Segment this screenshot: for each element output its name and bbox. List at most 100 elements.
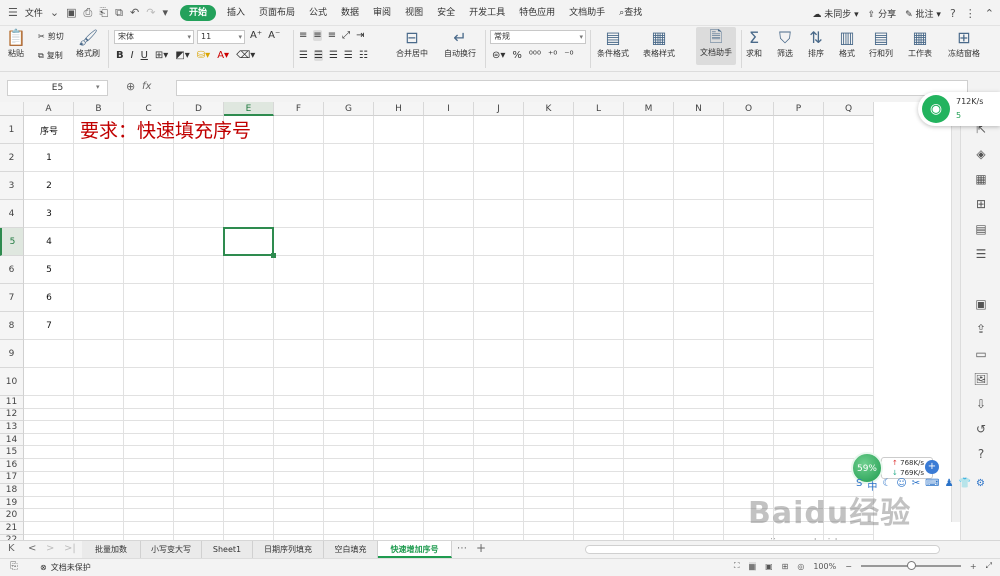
tab-view[interactable]: 视图 — [398, 0, 430, 26]
help-icon[interactable]: ? — [973, 447, 989, 463]
border-icon[interactable]: ⊞▾ — [155, 50, 168, 61]
row-header-11[interactable]: 11 — [0, 396, 24, 409]
sheet-tab[interactable]: Sheet1 — [202, 541, 253, 558]
decrease-decimal-icon[interactable]: ⁻⁰ — [564, 50, 573, 61]
select-all-corner[interactable] — [0, 102, 24, 116]
tab-insert[interactable]: 插入 — [220, 0, 252, 26]
column-header-j[interactable]: J — [474, 102, 524, 116]
distribute-icon[interactable]: ☷ — [359, 50, 368, 61]
tab-data[interactable]: 数据 — [334, 0, 366, 26]
network-widget[interactable]: ◉ 712K/s 5 — [918, 92, 1000, 126]
tab-review[interactable]: 审阅 — [366, 0, 398, 26]
shape-icon[interactable]: ◈ — [973, 147, 989, 163]
sync-status[interactable]: ☁ 未同步 ▾ — [812, 7, 858, 20]
protect-status[interactable]: 文档未保护 — [51, 562, 91, 573]
freeze-panes-button[interactable]: ⊞ 冻结窗格 — [948, 28, 980, 59]
save-icon[interactable]: ▣ — [66, 6, 76, 19]
align-bottom-icon[interactable]: ≡ — [328, 30, 336, 41]
fill-bucket-icon[interactable]: ⛁▾ — [197, 50, 210, 61]
currency-icon[interactable]: ⊜▾ — [492, 50, 505, 61]
table-icon[interactable]: ▦ — [973, 172, 989, 188]
download-icon[interactable]: ⇩ — [973, 397, 989, 413]
column-header-d[interactable]: D — [174, 102, 224, 116]
column-header-e[interactable]: E — [224, 102, 274, 116]
row-header-6[interactable]: 6 — [0, 256, 24, 284]
italic-icon[interactable]: I — [131, 50, 134, 61]
sort-button[interactable]: ⇅ 排序 — [808, 28, 824, 59]
row-header-12[interactable]: 12 — [0, 408, 24, 422]
row-header-16[interactable]: 16 — [0, 459, 24, 472]
column-header-g[interactable]: G — [324, 102, 374, 116]
row-header-17[interactable]: 17 — [0, 471, 24, 485]
sheet-tab[interactable]: 快速增加序号 — [378, 541, 452, 558]
cell-a8[interactable]: 7 — [24, 312, 74, 340]
font-size-select[interactable]: 11 — [197, 30, 245, 44]
copy-button[interactable]: ⧉ 复制 — [38, 50, 63, 61]
row-header-2[interactable]: 2 — [0, 144, 24, 172]
zoom-level[interactable]: 100% — [813, 562, 836, 571]
picture-icon[interactable]: 🖼 — [973, 372, 989, 388]
column-header-p[interactable]: P — [774, 102, 824, 116]
column-header-m[interactable]: M — [624, 102, 674, 116]
zoom-in-icon[interactable]: + — [970, 562, 977, 571]
undo-icon[interactable]: ↶ — [130, 6, 139, 19]
cut-button[interactable]: ✂ 剪切 — [38, 31, 64, 42]
help-icon[interactable]: ? — [950, 7, 956, 20]
doc-assistant-button[interactable]: 🗎 文档助手 — [696, 27, 736, 65]
font-color-icon[interactable]: A▾ — [217, 50, 229, 61]
chevron-down-icon[interactable]: ▾ — [96, 83, 100, 91]
archive-icon[interactable]: ▭ — [973, 347, 989, 363]
column-header-h[interactable]: H — [374, 102, 424, 116]
zoom-out-icon[interactable]: − — [845, 562, 852, 571]
cell-a7[interactable]: 6 — [24, 284, 74, 312]
row-header-7[interactable]: 7 — [0, 284, 24, 312]
chart-icon[interactable]: ▤ — [973, 222, 989, 238]
font-shrink-icon[interactable]: A⁻ — [268, 30, 280, 41]
row-header-3[interactable]: 3 — [0, 172, 24, 200]
image-icon[interactable]: ▣ — [973, 297, 989, 313]
eye-protect-icon[interactable]: ⛶ — [734, 561, 740, 571]
row-header-8[interactable]: 8 — [0, 312, 24, 340]
cell-a5[interactable]: 4 — [24, 228, 74, 256]
zoom-slider[interactable] — [860, 561, 961, 570]
page-layout-icon[interactable]: ▣ — [765, 562, 773, 571]
cell-a2[interactable]: 1 — [24, 144, 74, 172]
macro-icon[interactable]: ⎘ — [10, 561, 18, 572]
tray-tool-icon[interactable]: ✂ — [912, 478, 920, 493]
column-header-k[interactable]: K — [524, 102, 574, 116]
print-icon[interactable]: ⎗ — [99, 6, 108, 20]
row-header-13[interactable]: 13 — [0, 421, 24, 434]
column-header-i[interactable]: I — [424, 102, 474, 116]
cell-a4[interactable]: 3 — [24, 200, 74, 228]
wrap-text-button[interactable]: ↵ 自动换行 — [444, 28, 476, 59]
number-format-select[interactable]: 常规 — [490, 30, 586, 44]
sheet-tab[interactable]: 空白填充 — [324, 541, 378, 558]
column-header-o[interactable]: O — [724, 102, 774, 116]
sheet-tab[interactable]: 批量加数 — [82, 541, 141, 558]
align-middle-icon[interactable]: ≡ — [313, 30, 322, 41]
column-header-c[interactable]: C — [124, 102, 174, 116]
font-grow-icon[interactable]: A⁺ — [250, 30, 262, 41]
apps-icon[interactable]: ⊞ — [973, 197, 989, 213]
cell-a3[interactable]: 2 — [24, 172, 74, 200]
column-header-l[interactable]: L — [574, 102, 624, 116]
orientation-icon[interactable]: ⤢ — [342, 30, 350, 41]
share-icon[interactable]: ⇪ — [973, 322, 989, 338]
tab-doc-assistant[interactable]: 文档助手 — [562, 0, 612, 26]
hamburger-icon[interactable]: ☰ — [8, 6, 18, 19]
name-box[interactable]: E5 — [7, 80, 108, 96]
collapse-icon[interactable]: ⌃ — [985, 7, 994, 20]
normal-view-icon[interactable]: ▦ — [748, 561, 757, 571]
add-sheet-icon[interactable]: + — [476, 541, 486, 555]
percent-icon[interactable]: % — [512, 50, 522, 61]
history-icon[interactable]: ↺ — [973, 422, 989, 438]
sum-button[interactable]: Σ 求和 — [746, 28, 762, 59]
tray-shirt-icon[interactable]: 👕 — [959, 478, 971, 493]
justify-icon[interactable]: ☰ — [344, 50, 353, 61]
indent-icon[interactable]: ⇥ — [356, 30, 364, 41]
comment-button[interactable]: ✎ 批注 ▾ — [905, 7, 941, 20]
align-top-icon[interactable]: ≡ — [299, 30, 307, 41]
paste-button[interactable]: 📋 粘贴 — [6, 28, 26, 59]
share-button[interactable]: ⇪ 分享 — [868, 7, 896, 20]
sheet-tab[interactable]: 日期序列填充 — [253, 541, 324, 558]
